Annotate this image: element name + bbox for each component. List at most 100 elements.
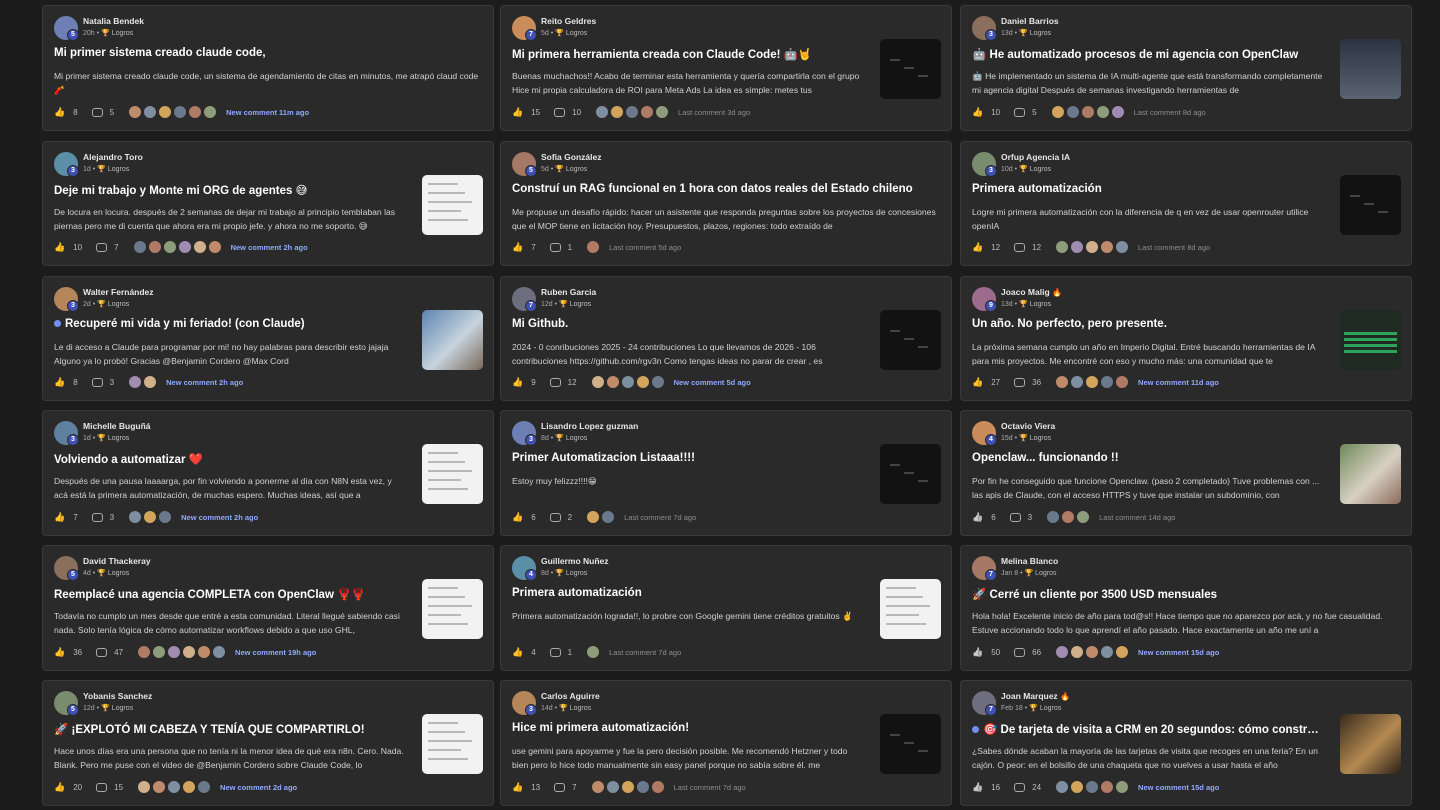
commenter-avatar[interactable]: [182, 780, 197, 794]
comment-icon[interactable]: [96, 647, 108, 657]
post-card[interactable]: 5 Natalia Bendek 20h • 🏆 Logros Mi primer s…: [42, 5, 494, 131]
category-label[interactable]: Logros: [108, 435, 129, 442]
commenter-avatars[interactable]: [590, 375, 666, 389]
post-thumbnail[interactable]: [1340, 39, 1401, 99]
commenter-avatar[interactable]: [590, 780, 605, 794]
avatar[interactable]: 5: [54, 556, 79, 581]
category-label[interactable]: Logros: [112, 30, 133, 37]
commenter-avatar[interactable]: [137, 780, 152, 794]
commenter-avatar[interactable]: [1055, 375, 1070, 389]
commenter-avatar[interactable]: [650, 375, 665, 389]
post-card[interactable]: 3 Daniel Barrios 13d • 🏆 Logros 🤖 He automa…: [960, 5, 1412, 131]
commenter-avatar[interactable]: [605, 375, 620, 389]
post-card[interactable]: 7 Melina Blanco Jan 8 • 🏆 Logros 🚀 Cerré un…: [960, 545, 1412, 671]
commenter-avatars[interactable]: [132, 240, 223, 254]
like-icon[interactable]: 👍: [512, 647, 523, 658]
post-thumbnail[interactable]: [880, 714, 941, 774]
like-icon[interactable]: 👍: [512, 107, 523, 118]
comment-icon[interactable]: [1014, 647, 1026, 657]
like-icon[interactable]: 👍: [54, 242, 65, 253]
like-icon[interactable]: 👍: [972, 647, 983, 658]
category-label[interactable]: Logros: [108, 166, 129, 173]
commenter-avatar[interactable]: [1115, 780, 1130, 794]
author-name[interactable]: Natalia Bendek: [83, 16, 144, 26]
author-name[interactable]: Carlos Aguirre: [541, 691, 600, 701]
author-name[interactable]: Octavio Viera: [1001, 421, 1055, 431]
post-card[interactable]: 3 Michelle Buguñá 1d • 🏆 Logros Volviendo a…: [42, 410, 494, 536]
commenter-avatars[interactable]: [1055, 780, 1130, 794]
commenter-avatars[interactable]: [137, 780, 212, 794]
category-label[interactable]: Logros: [566, 570, 587, 577]
commenter-avatar[interactable]: [197, 780, 212, 794]
comment-icon[interactable]: [1009, 512, 1021, 522]
comment-icon[interactable]: [554, 107, 566, 117]
commenter-avatar[interactable]: [173, 105, 188, 119]
commenter-avatar[interactable]: [1055, 240, 1070, 254]
commenter-avatar[interactable]: [1085, 375, 1100, 389]
like-icon[interactable]: 👍: [54, 377, 65, 388]
comment-icon[interactable]: [91, 107, 103, 117]
post-card[interactable]: 3 Walter Fernández 2d • 🏆 Logros Recuperé m…: [42, 276, 494, 401]
author-name[interactable]: Joan Marquez 🔥: [1001, 691, 1070, 701]
commenter-avatar[interactable]: [1080, 105, 1095, 119]
like-icon[interactable]: 👍: [54, 782, 65, 793]
author-name[interactable]: Ruben Garcia: [541, 287, 596, 297]
author-name[interactable]: Walter Fernández: [83, 287, 154, 297]
commenter-avatar[interactable]: [1100, 240, 1115, 254]
avatar[interactable]: 7: [972, 691, 997, 716]
post-thumbnail[interactable]: [880, 579, 941, 639]
commenter-avatar[interactable]: [128, 510, 143, 524]
commenter-avatar[interactable]: [586, 645, 601, 659]
commenter-avatars[interactable]: [1055, 240, 1130, 254]
post-thumbnail[interactable]: [1340, 444, 1401, 504]
commenter-avatar[interactable]: [1110, 105, 1125, 119]
category-label[interactable]: Logros: [1040, 705, 1061, 712]
commenter-avatar[interactable]: [1076, 510, 1091, 524]
post-thumbnail[interactable]: [422, 579, 483, 639]
post-thumbnail[interactable]: [880, 310, 941, 370]
like-icon[interactable]: 👍: [54, 107, 65, 118]
commenter-avatar[interactable]: [1046, 510, 1061, 524]
commenter-avatar[interactable]: [590, 375, 605, 389]
commenter-avatar[interactable]: [595, 105, 610, 119]
author-name[interactable]: Joaco Malig 🔥: [1001, 287, 1062, 297]
commenter-avatar[interactable]: [182, 645, 197, 659]
commenter-avatar[interactable]: [132, 240, 147, 254]
comment-icon[interactable]: [549, 377, 561, 387]
commenter-avatars[interactable]: [1055, 375, 1130, 389]
commenter-avatars[interactable]: [595, 105, 670, 119]
post-title[interactable]: Hice mi primera automatización!: [512, 722, 864, 734]
author-name[interactable]: Melina Blanco: [1001, 556, 1058, 566]
commenter-avatar[interactable]: [1095, 105, 1110, 119]
commenter-avatars[interactable]: [1046, 510, 1091, 524]
commenter-avatar[interactable]: [128, 105, 143, 119]
commenter-avatar[interactable]: [167, 780, 182, 794]
commenter-avatar[interactable]: [1085, 780, 1100, 794]
post-thumbnail[interactable]: [422, 444, 483, 504]
post-title[interactable]: 🤖 He automatizado procesos de mi agencia…: [972, 47, 1324, 61]
commenter-avatar[interactable]: [147, 240, 162, 254]
post-title[interactable]: Volviendo a automatizar ❤️: [54, 452, 406, 466]
author-name[interactable]: David Thackeray: [83, 556, 151, 566]
category-label[interactable]: Logros: [1030, 30, 1051, 37]
post-title[interactable]: Primera automatización: [512, 587, 864, 599]
post-thumbnail[interactable]: [1340, 175, 1401, 235]
avatar[interactable]: 7: [512, 287, 537, 312]
avatar[interactable]: 5: [54, 691, 79, 716]
post-card[interactable]: 3 Alejandro Toro 1d • 🏆 Logros Deje mi trab…: [42, 141, 494, 266]
commenter-avatar[interactable]: [620, 375, 635, 389]
avatar[interactable]: 3: [972, 16, 997, 41]
avatar[interactable]: 3: [512, 421, 537, 446]
post-thumbnail[interactable]: [880, 39, 941, 99]
like-icon[interactable]: 👍: [972, 512, 983, 523]
category-label[interactable]: Logros: [566, 435, 587, 442]
like-icon[interactable]: 👍: [972, 107, 983, 118]
commenter-avatar[interactable]: [635, 375, 650, 389]
commenter-avatar[interactable]: [1070, 780, 1085, 794]
comment-icon[interactable]: [549, 242, 561, 252]
comment-icon[interactable]: [554, 782, 566, 792]
commenter-avatar[interactable]: [635, 780, 650, 794]
commenter-avatars[interactable]: [1055, 645, 1130, 659]
like-icon[interactable]: 👍: [972, 782, 983, 793]
like-icon[interactable]: 👍: [512, 512, 523, 523]
